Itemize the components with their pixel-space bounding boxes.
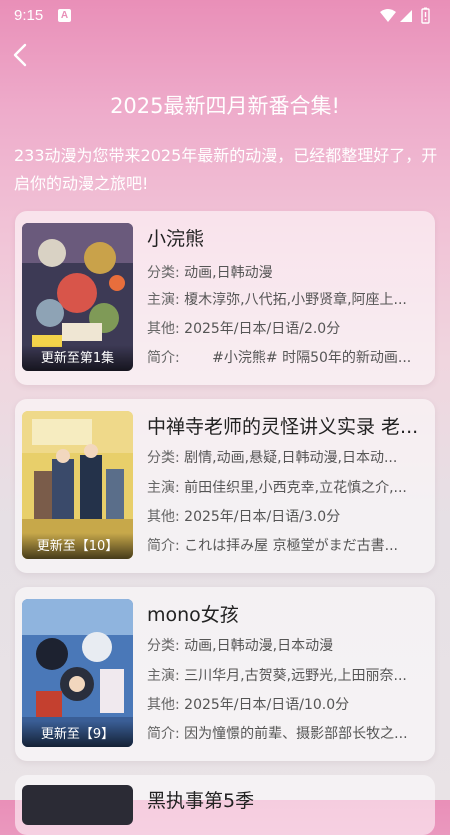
other-value: 2025年/日本/日语/3.0分 (184, 509, 341, 525)
back-arrow-icon[interactable] (8, 42, 34, 68)
other-label: 其他: (147, 321, 185, 337)
intro-label: 简介: (147, 726, 185, 742)
other-value: 2025年/日本/日语/10.0分 (184, 697, 350, 713)
anime-card[interactable]: 黑执事第5季 (15, 775, 435, 835)
other-label: 其他: (147, 509, 185, 525)
cover-image[interactable]: 更新至【10】 (22, 411, 133, 559)
other-row: 其他: 2025年/日本/日语/2.0分 (147, 318, 427, 338)
signal-icon (400, 10, 412, 22)
category-label: 分类: (147, 450, 185, 466)
other-label: 其他: (147, 697, 185, 713)
intro-row: 简介: 因为憧憬的前辈、摄影部部长牧之... (147, 723, 427, 743)
anime-card[interactable]: 更新至【9】 mono女孩 分类: 动画,日韩动漫,日本动漫 主演: 三川华月,… (15, 587, 435, 761)
status-time: 9:15 (14, 7, 44, 24)
wifi-icon (380, 9, 396, 22)
other-row: 其他: 2025年/日本/日语/3.0分 (147, 506, 427, 526)
episode-badge: 更新至【10】 (22, 533, 133, 559)
cast-label: 主演: (147, 668, 185, 684)
anime-card[interactable]: 更新至【10】 中禅寺老师的灵怪讲义实录 老... 分类: 剧情,动画,悬疑,日… (15, 399, 435, 573)
category-value: 动画,日韩动漫 (184, 265, 273, 281)
cast-value: 三川华月,古贺葵,远野光,上田丽奈... (184, 668, 407, 684)
episode-badge: 更新至【9】 (22, 721, 133, 747)
category-label: 分类: (147, 265, 185, 281)
intro-row: 简介: これは拝み屋 京極堂がまだ古書... (147, 535, 427, 555)
category-label: 分类: (147, 638, 185, 654)
card-title[interactable]: mono女孩 (147, 600, 427, 627)
status-bar: 9:15 A (0, 0, 450, 32)
episode-badge: 更新至第1集 (22, 345, 133, 371)
other-row: 其他: 2025年/日本/日语/10.0分 (147, 694, 427, 714)
other-value: 2025年/日本/日语/2.0分 (184, 321, 341, 337)
cast-label: 主演: (147, 480, 185, 496)
cover-image[interactable] (22, 785, 133, 825)
intro-label: 简介: (147, 538, 185, 554)
intro-value: 因为憧憬的前辈、摄影部部长牧之... (184, 726, 408, 742)
cast-value: 前田佳织里,小西克幸,立花慎之介,... (184, 480, 407, 496)
intro-text: 233动漫为您带来2025年最新的动漫，已经都整理好了，开启你的动漫之旅吧! (14, 146, 438, 193)
category-row: 分类: 剧情,动画,悬疑,日韩动漫,日本动... (147, 447, 427, 467)
category-row: 分类: 动画,日韩动漫 (147, 262, 427, 282)
intro-value: #小浣熊# 时隔50年的新动画... (184, 350, 412, 366)
cast-row: 主演: 三川华月,古贺葵,远野光,上田丽奈... (147, 665, 427, 685)
battery-icon (421, 7, 430, 24)
category-value: 剧情,动画,悬疑,日韩动漫,日本动... (184, 450, 398, 466)
cast-row: 主演: 前田佳织里,小西克幸,立花慎之介,... (147, 477, 427, 497)
status-icons (380, 7, 430, 24)
cover-image[interactable]: 更新至第1集 (22, 223, 133, 371)
anime-card[interactable]: 更新至第1集 小浣熊 分类: 动画,日韩动漫 主演: 榎木淳弥,八代拓,小野贤章… (15, 211, 435, 385)
category-row: 分类: 动画,日韩动漫,日本动漫 (147, 635, 427, 655)
cover-image[interactable]: 更新至【9】 (22, 599, 133, 747)
intro-row: 简介: #小浣熊# 时隔50年的新动画... (147, 347, 427, 367)
intro-label: 简介: (147, 350, 185, 366)
category-value: 动画,日韩动漫,日本动漫 (184, 638, 334, 654)
notification-icon: A (58, 9, 71, 22)
card-title[interactable]: 小浣熊 (147, 224, 427, 251)
cast-label: 主演: (147, 292, 185, 308)
cast-value: 榎木淳弥,八代拓,小野贤章,阿座上... (184, 292, 407, 308)
cast-row: 主演: 榎木淳弥,八代拓,小野贤章,阿座上... (147, 289, 427, 309)
page-title: 2025最新四月新番合集! (110, 94, 340, 118)
card-title[interactable]: 中禅寺老师的灵怪讲义实录 老... (147, 412, 427, 439)
intro-value: これは拝み屋 京極堂がまだ古書... (184, 538, 398, 554)
